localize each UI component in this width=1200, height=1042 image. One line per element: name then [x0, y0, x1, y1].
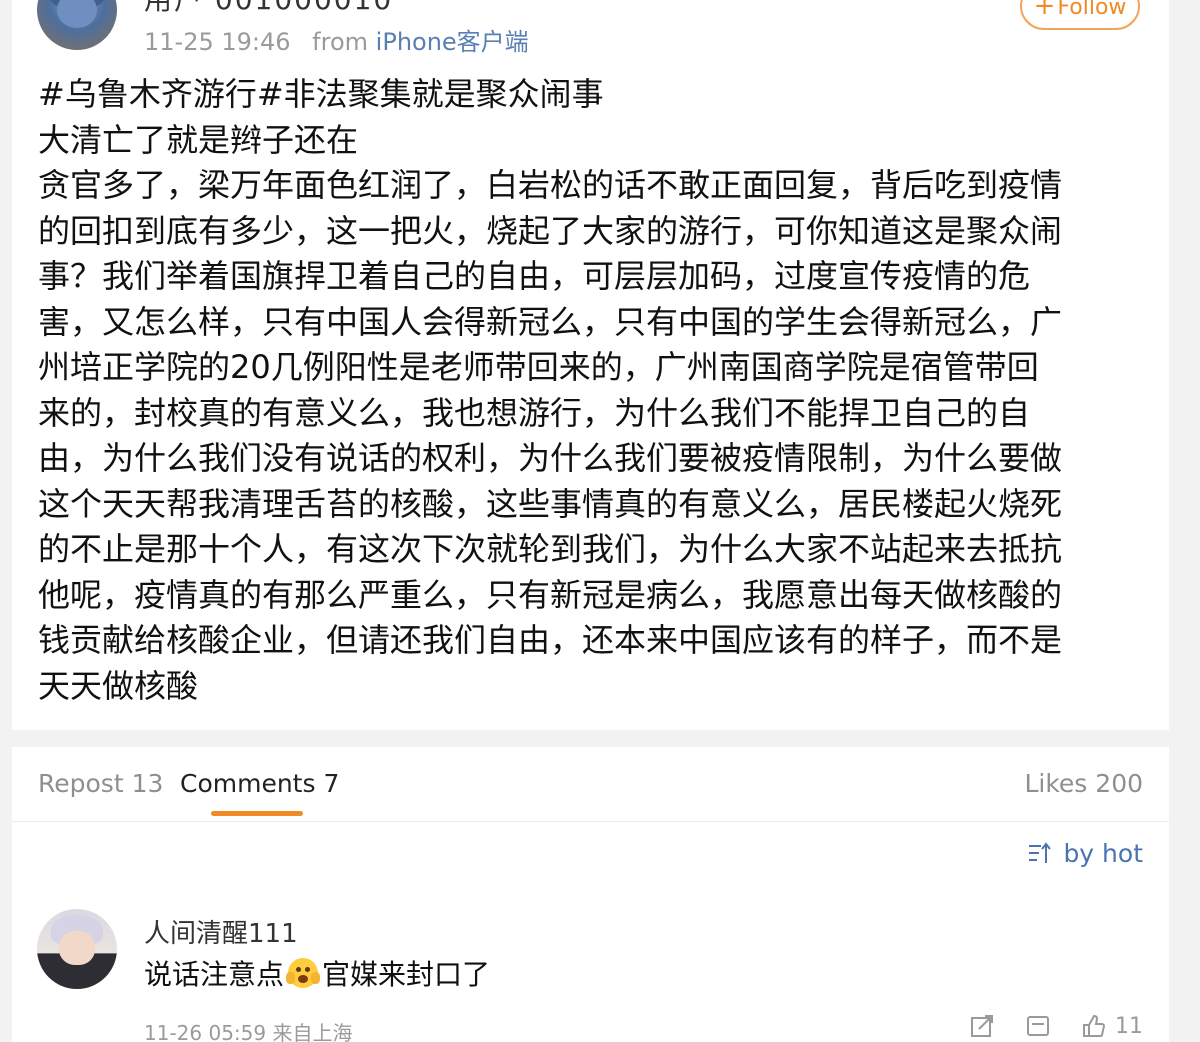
post-source[interactable]: iPhone客户端 [376, 28, 529, 56]
post-line: 钱贡献给核酸企业，但请还我们自由，还本来中国应该有的样子，而不是 [38, 621, 1063, 659]
comment-actions: 11 [939, 1013, 1143, 1039]
post-line: 大清亡了就是辫子还在 [38, 120, 359, 159]
tab-comments[interactable]: Comments 7 [180, 769, 339, 798]
post-body: #乌鲁木齐游行#非法聚集就是聚众闹事 大清亡了就是辫子还在 贪官多了，梁万年面色… [38, 72, 1143, 709]
sort-by-hot-button[interactable]: by hot [1027, 839, 1143, 868]
emoji-eye [305, 967, 311, 972]
author-name[interactable]: 用户 001000010 [144, 0, 393, 18]
comment-text: 说话注意点 官媒来封口了 [144, 953, 490, 993]
comment-location: 来自上海 [272, 1021, 353, 1042]
comment-like-count: 11 [1115, 1013, 1143, 1039]
emoji-mouth [298, 975, 309, 983]
post-line: 贪官多了，梁万年面色红润了，白岩松的话不敢正面回复，背后吃到疫情 [38, 166, 1063, 204]
tab-repost[interactable]: Repost 13 [38, 769, 163, 798]
post-line: 由，为什么我们没有说话的权利，为什么我们要被疫情限制，为什么要做 [38, 439, 1063, 477]
comment-text-part1: 说话注意点 [144, 958, 285, 991]
post-line: 这个天天帮我清理舌苔的核酸，这些事情真的有意义么，居民楼起火烧死 [38, 484, 1063, 523]
emoji-hand [311, 972, 321, 984]
post-line: 事？我们举着国旗捍卫着自己的自由，可层层加码，过度宣传疫情的危 [38, 257, 1031, 295]
emoji-hand [286, 972, 296, 984]
plus-icon: + [1033, 0, 1056, 21]
emoji-eye [296, 967, 302, 972]
commenter-name[interactable]: 人间清醒111 [144, 913, 298, 950]
tab-likes[interactable]: Likes 200 [1024, 769, 1143, 798]
follow-button[interactable]: +Follow [1020, 0, 1140, 30]
author-avatar[interactable] [37, 0, 117, 50]
tabs-bar: Repost 13 Comments 7 Likes 200 [12, 747, 1169, 822]
follow-label: Follow [1057, 0, 1127, 20]
avatar-face [57, 0, 97, 28]
post-line: 来的，封校真的有意义么，我也想游行，为什么我们不能捍卫自己的自 [38, 393, 1031, 432]
active-tab-indicator [211, 811, 303, 816]
avatar-face [59, 931, 95, 965]
post-line: 的回扣到底有多少，这一把火，烧起了大家的游行，可你知道这是聚众闹 [38, 211, 1063, 250]
comments-panel: Repost 13 Comments 7 Likes 200 by hot 人间… [12, 747, 1169, 1042]
comment-item: 人间清醒111 说话注意点 官媒来封口了 11-26 05:59 来自上海 11 [12, 907, 1169, 1042]
thumbs-up-icon[interactable] [1081, 1013, 1107, 1039]
post-line: 他呢，疫情真的有那么严重么，只有新冠是病么，我愿意出每天做核酸的 [38, 575, 1063, 614]
post-time: 11-25 19:46 [144, 28, 291, 56]
post-line: 天天做核酸 [38, 666, 199, 705]
post-card: 用户 001000010 11-25 19:46 from iPhone客户端 … [12, 0, 1169, 730]
share-icon[interactable] [969, 1013, 995, 1039]
comment-text-part2: 官媒来封口了 [322, 958, 491, 991]
face-with-hand-over-mouth-emoji [286, 958, 321, 988]
from-label: from [312, 28, 369, 56]
post-meta: 11-25 19:46 from iPhone客户端 [144, 22, 529, 57]
post-line: 害，又怎么样，只有中国人会得新冠么，只有中国的学生会得新冠么，广 [38, 302, 1063, 341]
reply-icon[interactable] [1025, 1013, 1051, 1039]
comment-date: 11-26 05:59 [144, 1021, 267, 1042]
commenter-avatar[interactable] [37, 909, 117, 989]
post-line: 州培正学院的20几例阳性是老师带回来的，广州南国商学院是宿管带回 [38, 348, 1039, 386]
weibo-post-page: 用户 001000010 11-25 19:46 from iPhone客户端 … [0, 0, 1200, 1042]
post-line: 的不止是那十个人，有这次下次就轮到我们，为什么大家不站起来去抵抗 [38, 530, 1063, 568]
sort-label: by hot [1063, 839, 1143, 868]
sort-icon [1029, 841, 1052, 863]
comment-meta: 11-26 05:59 来自上海 [144, 1017, 352, 1042]
post-line-hashtags[interactable]: #乌鲁木齐游行#非法聚集就是聚众闹事 [38, 72, 1143, 118]
